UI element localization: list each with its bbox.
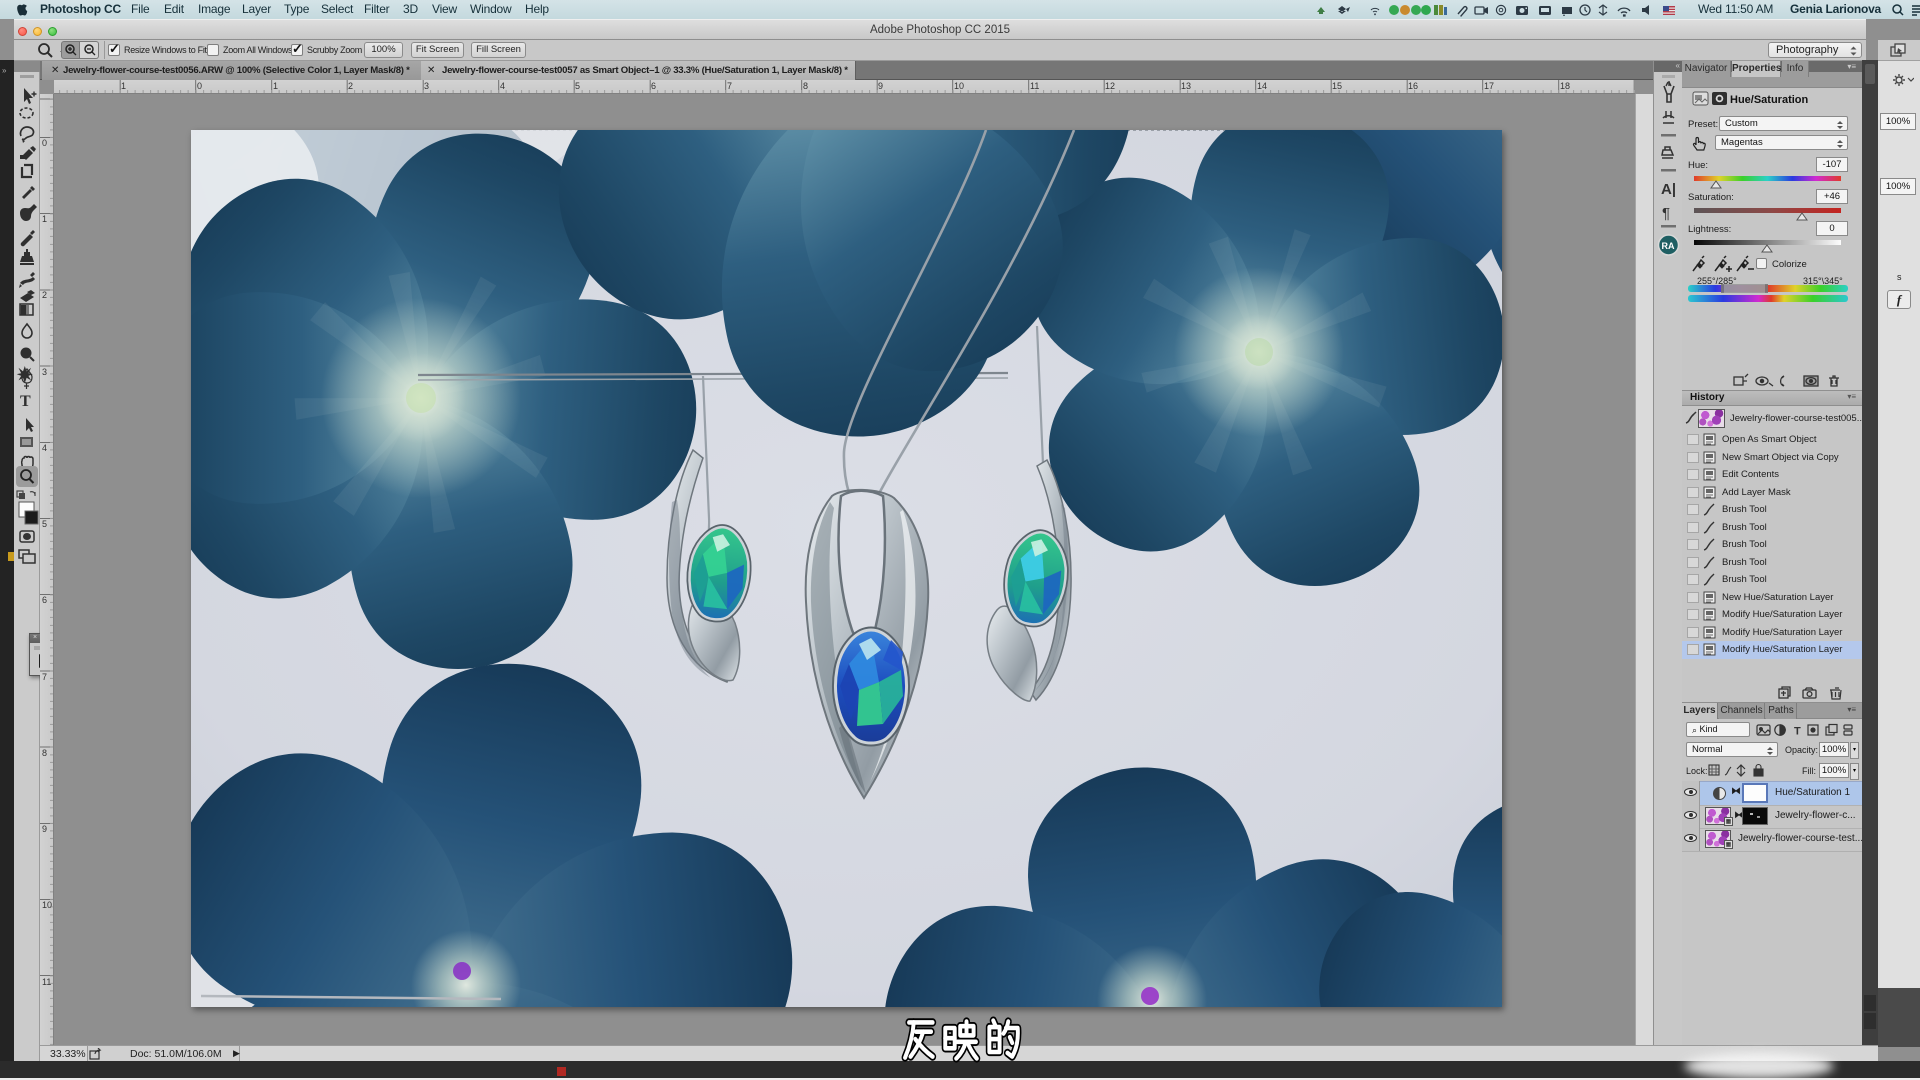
svg-text:T: T [1794, 726, 1801, 738]
svg-text:¶: ¶ [1662, 205, 1670, 222]
svg-text:A|: A| [1661, 181, 1676, 198]
svg-text:RA: RA [1662, 241, 1675, 251]
svg-text:T: T [20, 393, 31, 410]
